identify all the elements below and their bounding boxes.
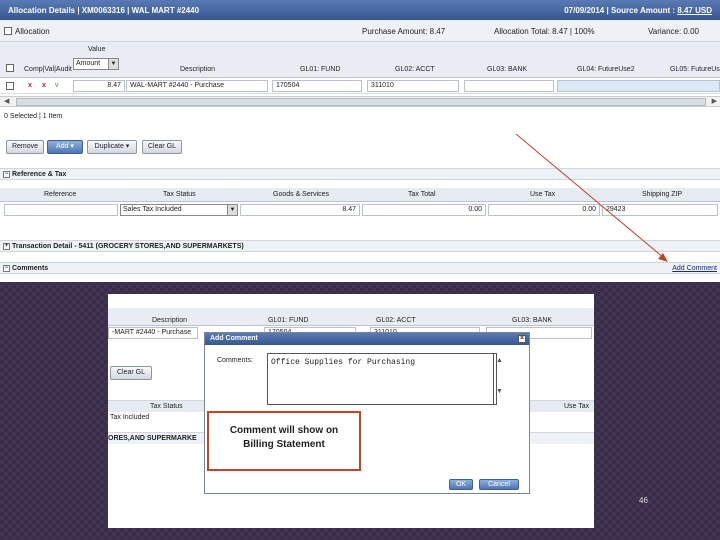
amount-field[interactable]: 8.47 bbox=[73, 80, 125, 92]
title-left: Allocation Details | XM0063316 | WAL MAR… bbox=[8, 6, 200, 15]
callout-line-2: Billing Statement bbox=[243, 439, 325, 450]
col-gl03: GL03: BANK bbox=[512, 317, 553, 324]
duplicate-button[interactable]: Duplicate ▾ bbox=[87, 140, 137, 154]
collapse-icon[interactable]: − bbox=[3, 171, 10, 178]
gl03-field[interactable] bbox=[464, 80, 554, 92]
cancel-button[interactable]: Cancel bbox=[479, 479, 519, 490]
reference-tax-title: Reference & Tax bbox=[12, 171, 67, 178]
col-tax-status: Tax Status bbox=[163, 191, 196, 198]
variance: Variance: 0.00 bbox=[648, 27, 699, 36]
scroll-thumb[interactable] bbox=[16, 98, 706, 106]
callout-line-1: Comment will show on bbox=[229, 425, 339, 436]
col-gl03: GL03: BANK bbox=[487, 66, 528, 73]
clear-gl-button[interactable]: Clear GL bbox=[110, 366, 152, 380]
col-gl01: GL01: FUND bbox=[300, 66, 341, 73]
scroll-up-icon[interactable]: ▲ bbox=[494, 357, 505, 364]
comments-section-header[interactable]: − Comments bbox=[0, 262, 720, 274]
col-gl02: GL02: ACCT bbox=[395, 66, 435, 73]
transaction-detail-title: Transaction Detail - 5411 (GROCERY STORE… bbox=[12, 243, 244, 250]
reference-grid-header: Reference Tax Status Goods & Services Ta… bbox=[0, 188, 720, 202]
close-icon[interactable]: × bbox=[518, 335, 526, 343]
bottom-grid-header: Description GL01: FUND GL02: ACCT GL03: … bbox=[108, 308, 594, 326]
reference-field[interactable] bbox=[4, 204, 118, 216]
tax-included-value: Tax Included bbox=[110, 414, 150, 421]
clear-gl-button[interactable]: Clear GL bbox=[142, 140, 182, 154]
col-shipping-zip: Shipping ZIP bbox=[642, 191, 683, 198]
col-use-tax: Use Tax bbox=[530, 191, 556, 198]
dialog-title-bar[interactable]: Add Comment × bbox=[205, 333, 529, 345]
gl01-field[interactable]: 170504 bbox=[272, 80, 362, 92]
title-right: 07/09/2014 | Source Amount : 8.47 USD bbox=[564, 6, 712, 15]
shipping-zip-field[interactable]: 29423 bbox=[602, 204, 718, 216]
use-tax-field[interactable]: 0.00 bbox=[488, 204, 600, 216]
value-type-select[interactable]: Amount ▼ bbox=[73, 58, 119, 70]
chevron-down-icon: ▼ bbox=[227, 205, 237, 215]
col-value: Value bbox=[88, 46, 106, 53]
allocation-label: Allocation bbox=[15, 27, 50, 36]
ok-button[interactable]: OK bbox=[449, 479, 473, 490]
add-comment-link[interactable]: Add Comment bbox=[672, 265, 717, 272]
val-flag-icon: x bbox=[42, 82, 46, 89]
comp-flag-icon: x bbox=[28, 82, 32, 89]
transaction-detail-section-header[interactable]: + Transaction Detail - 5411 (GROCERY STO… bbox=[0, 240, 720, 252]
purchase-amount: Purchase Amount: 8.47 bbox=[362, 27, 446, 36]
description-field[interactable]: WAL-MART #2440 - Purchase bbox=[126, 80, 268, 92]
chevron-down-icon: ▼ bbox=[108, 59, 118, 69]
allocation-total: Allocation Total: 8.47 | 100% bbox=[494, 27, 595, 36]
allocation-summary-bar: Allocation Purchase Amount: 8.47 Allocat… bbox=[0, 20, 720, 42]
textarea-scrollbar[interactable]: ▲ ▼ bbox=[493, 353, 505, 405]
col-description: Description bbox=[152, 317, 188, 324]
allocation-details-panel: Allocation Details | XM0063316 | WAL MAR… bbox=[0, 0, 720, 282]
col-goods-services: Goods & Services bbox=[273, 191, 330, 198]
add-button[interactable]: Add ▾ bbox=[47, 140, 83, 154]
title-bar: Allocation Details | XM0063316 | WAL MAR… bbox=[0, 0, 720, 20]
remove-button[interactable]: Remove bbox=[6, 140, 44, 154]
row-checkbox[interactable] bbox=[6, 82, 14, 90]
expand-icon[interactable]: + bbox=[3, 243, 10, 250]
scroll-down-icon[interactable]: ▼ bbox=[494, 388, 505, 395]
col-gl04: GL04: FutureUse2 bbox=[577, 66, 635, 73]
col-gl01: GL01: FUND bbox=[268, 317, 309, 324]
select-all-checkbox[interactable] bbox=[6, 64, 14, 72]
col-gl02: GL02: ACCT bbox=[376, 317, 416, 324]
reference-row: Sales Tax Included ▼ 8.47 0.00 0.00 2942… bbox=[0, 202, 720, 218]
col-comp-val-audit: Comp|Val|Audit bbox=[24, 66, 72, 73]
tax-status-select[interactable]: Sales Tax Included ▼ bbox=[120, 204, 238, 216]
stores-text: ORES,AND SUPERMARKE bbox=[108, 435, 197, 442]
add-comment-dialog: Add Comment × Comments: Office Supplies … bbox=[204, 332, 530, 494]
tax-status-selected: Sales Tax Included bbox=[123, 206, 182, 213]
gl02-field[interactable]: 311010 bbox=[367, 80, 459, 92]
billing-callout: Comment will show on Billing Statement bbox=[207, 411, 361, 471]
allocation-grid-header: Value Amount ▼ Comp|Val|Audit Descriptio… bbox=[0, 42, 720, 78]
collapse-icon[interactable]: − bbox=[3, 265, 10, 272]
col-tax-status: Tax Status bbox=[150, 403, 183, 410]
col-use-tax: Use Tax bbox=[564, 403, 590, 410]
audit-check-icon: v bbox=[55, 82, 59, 89]
col-reference: Reference bbox=[44, 191, 77, 198]
source-amount-label: 07/09/2014 | Source Amount : bbox=[564, 6, 678, 15]
reference-tax-section-header[interactable]: − Reference & Tax bbox=[0, 168, 720, 180]
description-field[interactable]: -MART #2440 - Purchase bbox=[108, 327, 198, 339]
comments-title: Comments bbox=[12, 265, 49, 272]
goods-services-field[interactable]: 8.47 bbox=[240, 204, 360, 216]
horizontal-scrollbar[interactable]: ◀ ▶ bbox=[0, 96, 720, 107]
dialog-title: Add Comment bbox=[210, 335, 258, 342]
col-gl05: GL05: FutureUs bbox=[670, 66, 720, 73]
tax-total-field[interactable]: 0.00 bbox=[362, 204, 486, 216]
scroll-left-icon[interactable]: ◀ bbox=[4, 97, 9, 105]
col-tax-total: Tax Total bbox=[408, 191, 436, 198]
source-amount-link[interactable]: 8.47 USD bbox=[677, 6, 712, 15]
comment-textarea[interactable]: Office Supplies for Purchasing bbox=[267, 353, 497, 405]
gl04-field[interactable] bbox=[557, 80, 720, 92]
col-description: Description bbox=[180, 66, 216, 73]
selection-count: 0 Selected | 1 Item bbox=[4, 113, 63, 120]
allocation-checkbox[interactable] bbox=[4, 27, 12, 35]
add-comment-screenshot: Description GL01: FUND GL02: ACCT GL03: … bbox=[108, 294, 594, 528]
slide-page-number: 46 bbox=[639, 496, 648, 505]
value-type-selected: Amount bbox=[76, 60, 101, 67]
comments-label: Comments: bbox=[217, 357, 253, 364]
scroll-right-icon[interactable]: ▶ bbox=[712, 97, 717, 105]
table-row[interactable]: x x v 8.47 WAL-MART #2440 - Purchase 170… bbox=[0, 78, 720, 94]
